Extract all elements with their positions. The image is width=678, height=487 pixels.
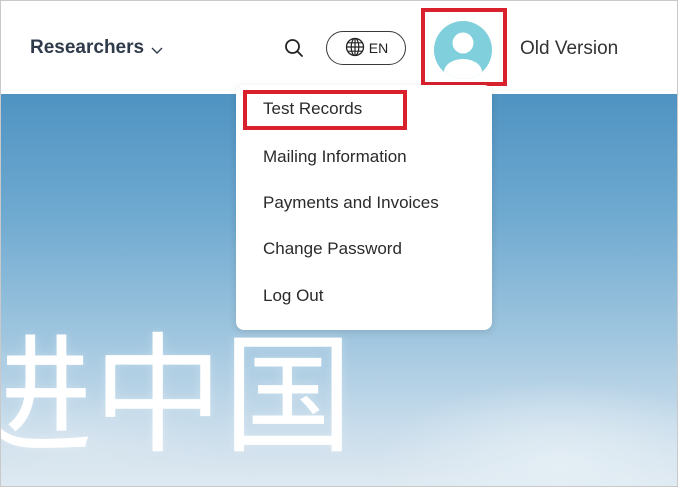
globe-icon (344, 36, 366, 61)
old-version-link[interactable]: Old Version (520, 38, 618, 60)
language-label: EN (368, 40, 389, 56)
researchers-menu[interactable]: Researchers (30, 37, 164, 59)
menu-item-payments-and-invoices[interactable]: Payments and Invoices (263, 193, 439, 213)
hero-text: 进中国 (0, 320, 354, 472)
menu-item-mailing-information[interactable]: Mailing Information (263, 147, 407, 167)
test-records-highlight-box (243, 90, 407, 130)
menu-item-log-out[interactable]: Log Out (263, 286, 324, 306)
avatar-highlight-box (421, 8, 507, 86)
chevron-down-icon (150, 41, 164, 55)
language-switch-button[interactable]: EN (326, 31, 406, 65)
search-icon[interactable] (283, 37, 305, 59)
top-navigation-bar: Researchers EN Old Version (1, 1, 677, 94)
menu-item-change-password[interactable]: Change Password (263, 239, 402, 259)
researchers-menu-label: Researchers (30, 37, 145, 58)
page-frame: 进中国 Researchers EN Old Version Test Reco… (0, 0, 678, 487)
